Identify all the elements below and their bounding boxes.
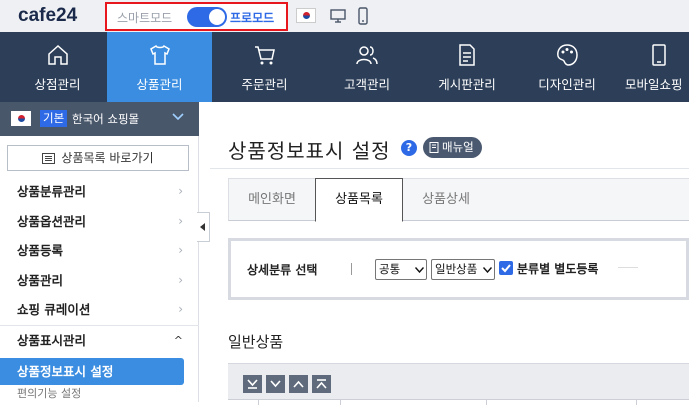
- move-top-icon: [316, 379, 327, 389]
- nav-item-boards[interactable]: 게시판관리: [417, 32, 517, 102]
- basic-shop-badge: 기본: [40, 110, 68, 127]
- tab-product-detail[interactable]: 상품상세: [403, 179, 489, 221]
- move-bottom-icon: [247, 379, 258, 389]
- move-up-icon: [293, 380, 304, 388]
- nav-label: 상점관리: [34, 77, 81, 92]
- filter-panel: 상세분류 선택 공통 일반상품 분류별 별도등록: [228, 238, 689, 300]
- nav-label: 디자인관리: [538, 77, 596, 92]
- move-up-button[interactable]: [289, 375, 308, 393]
- sidebar-item-label: 상품관리: [17, 272, 64, 288]
- mode-switch[interactable]: 스마트모드 프로모드: [105, 2, 288, 31]
- separate-registration-checkbox[interactable]: [499, 261, 513, 275]
- nav-item-products[interactable]: 상품관리: [107, 32, 212, 102]
- sidebar-item-manage[interactable]: 상품관리 ›: [0, 266, 199, 296]
- pc-view-icon[interactable]: [330, 8, 346, 24]
- shop-selector[interactable]: 기본 한국어 쇼핑몰: [0, 102, 199, 136]
- chevron-down-icon: [483, 267, 492, 273]
- help-icon[interactable]: ?: [401, 140, 417, 156]
- sidebar-item-label: 상품분류관리: [17, 184, 87, 199]
- chevron-right-icon: ›: [178, 213, 183, 228]
- korea-flag-icon[interactable]: [296, 8, 316, 23]
- divider: [210, 168, 689, 169]
- palette-icon: [557, 44, 578, 66]
- home-icon: [47, 44, 68, 65]
- divider: [618, 267, 638, 268]
- main-content: 상품정보표시 설정 ? 매뉴얼 메인화면 상품목록 상품상세 상세분류 선택 공…: [210, 102, 689, 405]
- select-value: 공통: [379, 262, 401, 276]
- move-down-icon: [270, 380, 281, 388]
- korea-flag-icon: [11, 111, 31, 126]
- main-nav: 상점관리 상품관리 주문관리 고객관리 게시판관리 디자인관리 모바일쇼핑: [0, 32, 689, 102]
- mode-toggle[interactable]: [187, 7, 227, 27]
- manual-label: 매뉴얼: [442, 140, 474, 154]
- sidebar-collapse-handle[interactable]: [197, 212, 210, 242]
- shirt-icon: [149, 44, 170, 65]
- nav-label: 주문관리: [241, 77, 288, 92]
- chevron-right-icon: ›: [178, 302, 183, 316]
- nav-item-store[interactable]: 상점관리: [0, 32, 115, 102]
- tab-main[interactable]: 메인화면: [229, 179, 315, 221]
- sidebar-item-convenience-settings[interactable]: 편의기능 설정: [0, 385, 199, 403]
- chevron-right-icon: ›: [178, 243, 183, 257]
- nav-item-orders[interactable]: 주문관리: [212, 32, 317, 102]
- chevron-right-icon: ›: [178, 184, 183, 198]
- sidebar-item-label: 상품등록: [17, 243, 64, 258]
- page-title: 상품정보표시 설정: [228, 139, 391, 163]
- manual-button[interactable]: 매뉴얼: [423, 137, 482, 158]
- move-bottom-button[interactable]: [243, 375, 262, 393]
- check-icon: [501, 264, 511, 273]
- mobile-icon: [652, 44, 666, 66]
- shop-name: 한국어 쇼핑몰: [72, 112, 140, 126]
- nav-label: 모바일쇼핑: [625, 77, 683, 92]
- users-icon: [356, 46, 378, 65]
- tab-product-list[interactable]: 상품목록: [315, 178, 403, 222]
- sidebar-item-curation[interactable]: 쇼핑 큐레이션 ›: [0, 295, 199, 325]
- sidebar-item-info-display-settings[interactable]: 상품정보표시 설정: [0, 358, 184, 385]
- nav-label: 상품관리: [136, 77, 183, 92]
- sidebar-item-label: 상품옵션관리: [17, 213, 87, 229]
- sidebar-item-options[interactable]: 상품옵션관리 ›: [0, 207, 199, 237]
- chevron-up-icon: ^: [173, 333, 183, 347]
- nav-label: 고객관리: [343, 77, 390, 92]
- nav-item-customers[interactable]: 고객관리: [317, 32, 417, 102]
- nav-item-design[interactable]: 디자인관리: [517, 32, 617, 102]
- manual-icon: [429, 142, 439, 153]
- board-icon: [459, 44, 475, 66]
- cafe24-logo[interactable]: cafe24: [18, 5, 77, 27]
- shortcut-label: 상품목록 바로가기: [61, 151, 154, 165]
- sidebar-item-label: 상품표시관리: [17, 332, 87, 348]
- top-bar: cafe24 스마트모드 프로모드: [0, 0, 689, 32]
- sidebar: 기본 한국어 쇼핑몰 상품목록 바로가기 상품분류관리 › 상품옵션관리 › 상품등…: [0, 102, 199, 402]
- nav-label: 게시판관리: [438, 77, 496, 92]
- mobile-view-icon[interactable]: [357, 7, 369, 25]
- list-icon: [42, 153, 56, 164]
- chevron-down-icon: [172, 113, 184, 121]
- sidebar-item-category[interactable]: 상품분류관리 ›: [0, 177, 199, 207]
- product-list-shortcut-button[interactable]: 상품목록 바로가기: [7, 145, 189, 171]
- nav-item-mobile[interactable]: 모바일쇼핑: [617, 32, 689, 102]
- move-top-button[interactable]: [312, 375, 331, 393]
- cart-icon: [254, 46, 275, 65]
- toggle-knob: [209, 9, 225, 25]
- pro-mode-label[interactable]: 프로모드: [230, 9, 274, 26]
- divider: [351, 263, 352, 275]
- checkbox-label[interactable]: 분류별 별도등록: [517, 260, 598, 277]
- tab-bar: 메인화면 상품목록 상품상세: [228, 178, 689, 222]
- sidebar-item-label: 쇼핑 큐레이션: [17, 302, 91, 317]
- select-value: 일반상품: [435, 262, 478, 276]
- product-type-select[interactable]: 일반상품: [431, 259, 495, 280]
- smart-mode-label[interactable]: 스마트모드: [117, 9, 172, 26]
- grid-toolbar: [228, 363, 689, 399]
- filter-label: 상세분류 선택: [247, 263, 318, 277]
- move-down-button[interactable]: [266, 375, 285, 393]
- section-title: 일반상품: [228, 333, 284, 351]
- sidebar-menu: 상품분류관리 › 상품옵션관리 › 상품등록 › 상품관리 › 쇼핑 큐레이션 › 상품표…: [0, 177, 199, 403]
- chevron-right-icon: ›: [178, 272, 183, 287]
- sidebar-item-register[interactable]: 상품등록 ›: [0, 236, 199, 266]
- chevron-down-icon: [415, 267, 424, 273]
- sidebar-item-display[interactable]: 상품표시관리 ^: [0, 324, 199, 355]
- scope-select[interactable]: 공통: [375, 259, 427, 280]
